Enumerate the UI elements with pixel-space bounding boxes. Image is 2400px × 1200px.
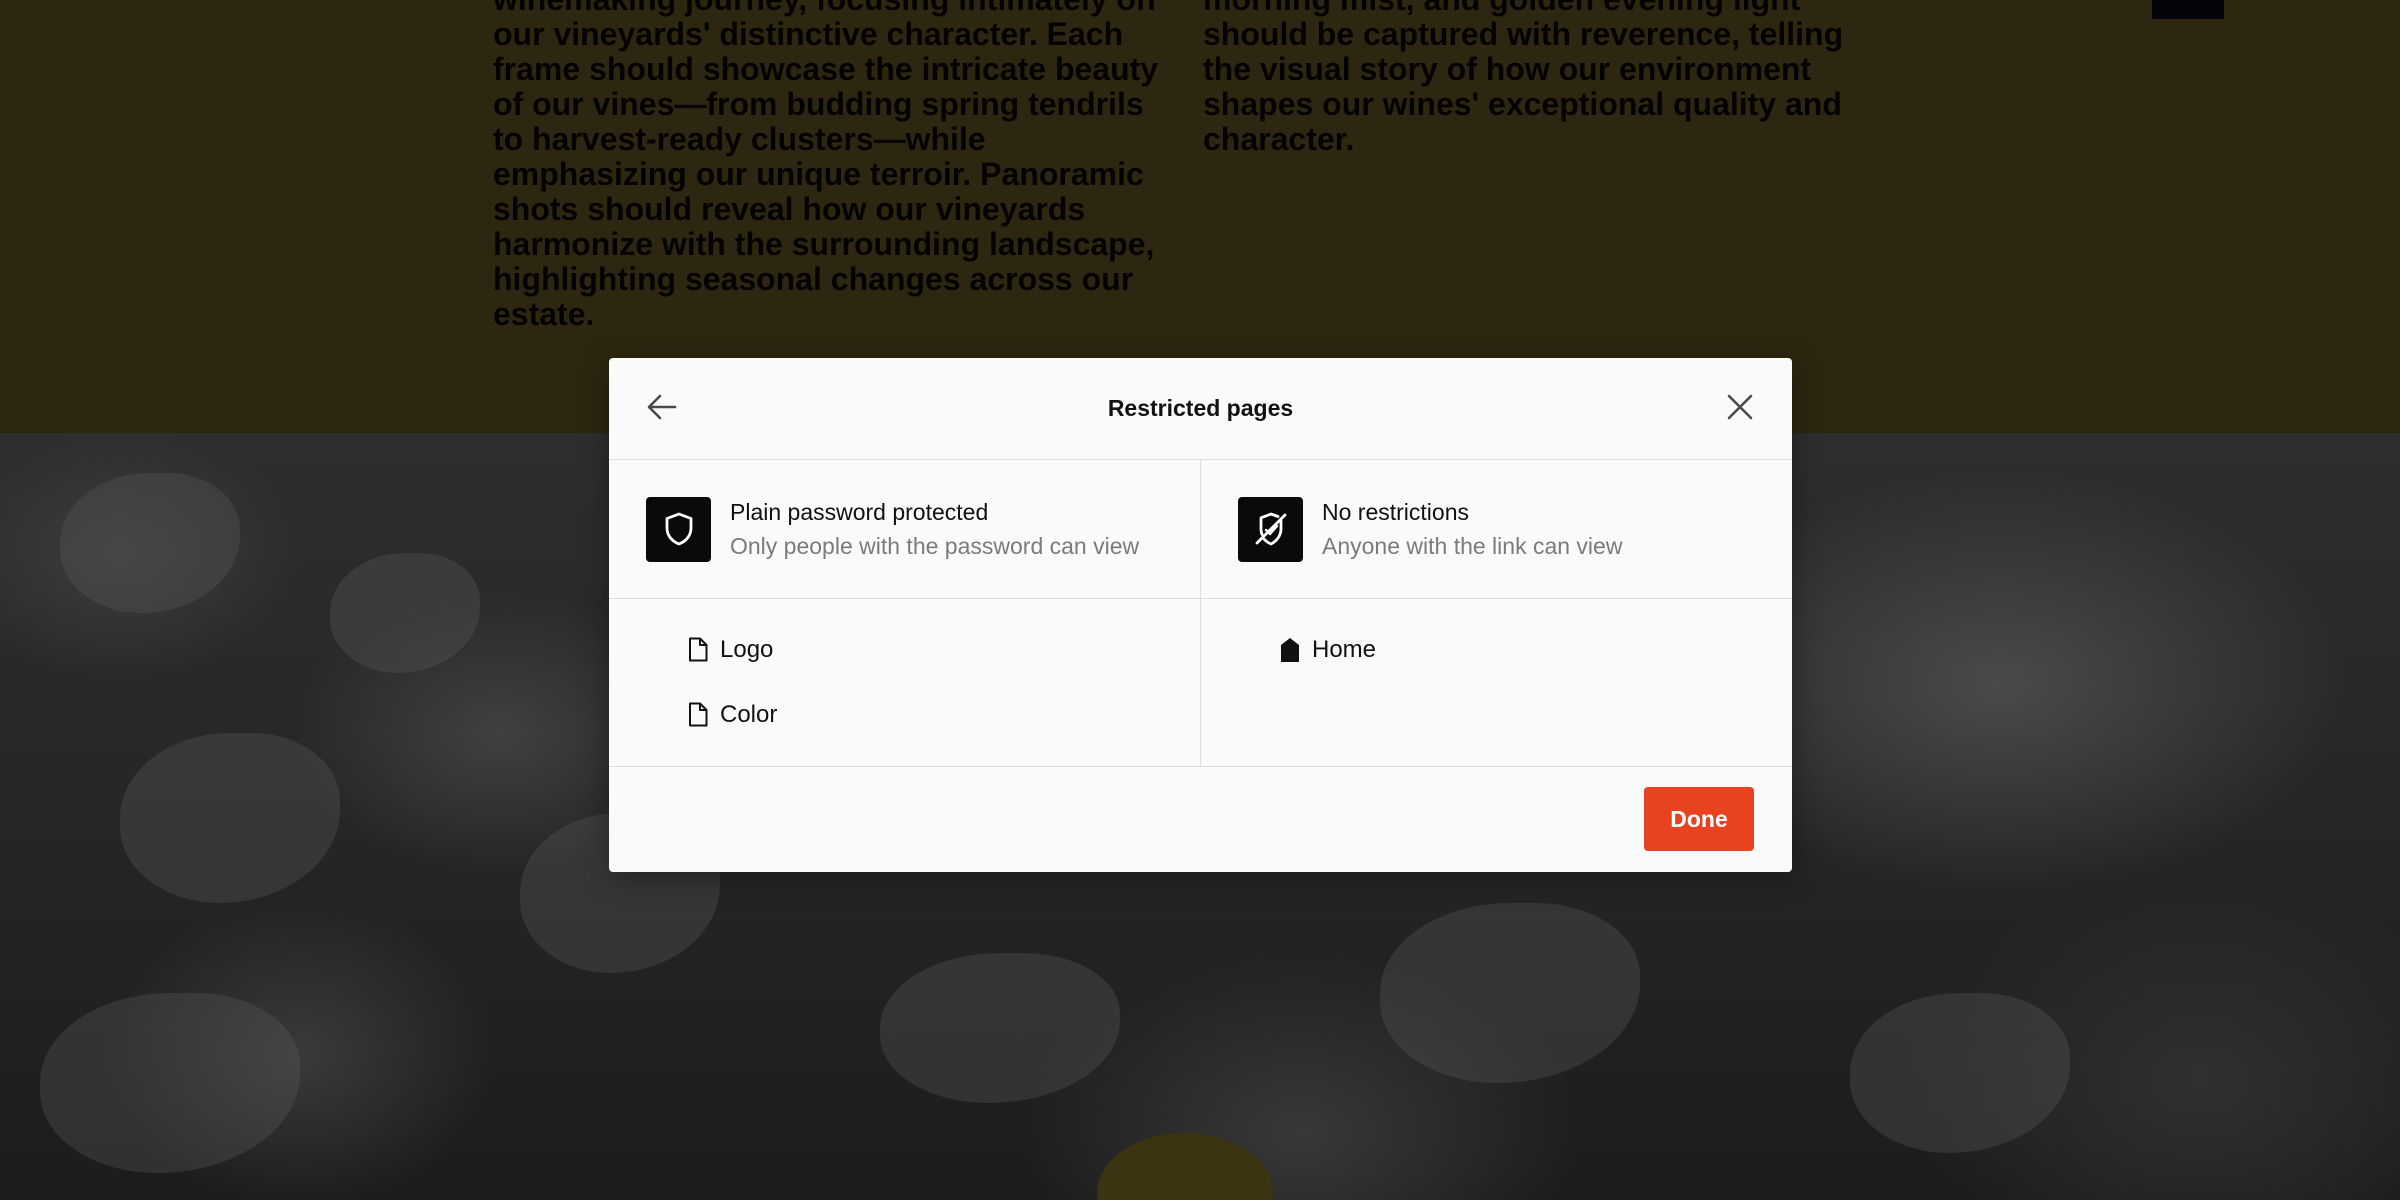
restricted-pages-dialog: Restricted pages Plain password protecte… (609, 358, 1792, 872)
close-button[interactable] (1722, 391, 1758, 427)
close-icon (1727, 394, 1753, 425)
background-button (2152, 0, 2224, 19)
dialog-footer: Done (609, 767, 1792, 872)
password-protected-column: Plain password protected Only people wit… (609, 460, 1200, 766)
leaf-shape (1380, 903, 1640, 1083)
leaf-shape (40, 993, 300, 1173)
page-item-color[interactable]: Color (687, 699, 1200, 730)
column-header-text: Plain password protected Only people wit… (730, 495, 1139, 563)
home-page-icon (1279, 637, 1301, 663)
dialog-title: Restricted pages (1107, 395, 1294, 421)
column-header: No restrictions Anyone with the link can… (1201, 460, 1792, 599)
background-text-right: morning mist, and golden evening light s… (1203, 0, 1844, 157)
leaf-shape (330, 553, 480, 673)
done-button[interactable]: Done (1644, 787, 1754, 851)
page-icon (687, 637, 709, 663)
shield-off-icon (1238, 496, 1303, 562)
dialog-header: Restricted pages (609, 358, 1792, 460)
dialog-body: Plain password protected Only people wit… (609, 460, 1792, 767)
column-subtitle: Anyone with the link can view (1322, 533, 1623, 559)
page-item-logo[interactable]: Logo (687, 634, 1200, 665)
shield-icon (646, 496, 711, 562)
page: winemaking journey, focusing intimately … (0, 0, 2400, 1200)
column-title: Plain password protected (730, 499, 989, 525)
column-header-text: No restrictions Anyone with the link can… (1322, 495, 1622, 563)
no-restrictions-column: No restrictions Anyone with the link can… (1200, 460, 1792, 766)
page-list: Logo Color (609, 599, 1200, 730)
leaf-shape (60, 473, 240, 613)
leaf-shape (1850, 993, 2070, 1153)
page-item-home[interactable]: Home (1279, 634, 1792, 665)
page-icon (687, 702, 709, 728)
page-item-label: Home (1312, 635, 1377, 663)
arrow-left-icon (647, 394, 677, 425)
column-header: Plain password protected Only people wit… (609, 460, 1200, 599)
page-item-label: Color (720, 700, 778, 728)
background-text-left: winemaking journey, focusing intimately … (493, 0, 1159, 332)
page-item-label: Logo (720, 635, 774, 663)
column-subtitle: Only people with the password can view (730, 533, 1140, 559)
leaf-shape (880, 953, 1120, 1103)
column-title: No restrictions (1322, 499, 1469, 525)
page-list: Home (1201, 599, 1792, 665)
leaf-shape (120, 733, 340, 903)
back-button[interactable] (644, 391, 680, 427)
